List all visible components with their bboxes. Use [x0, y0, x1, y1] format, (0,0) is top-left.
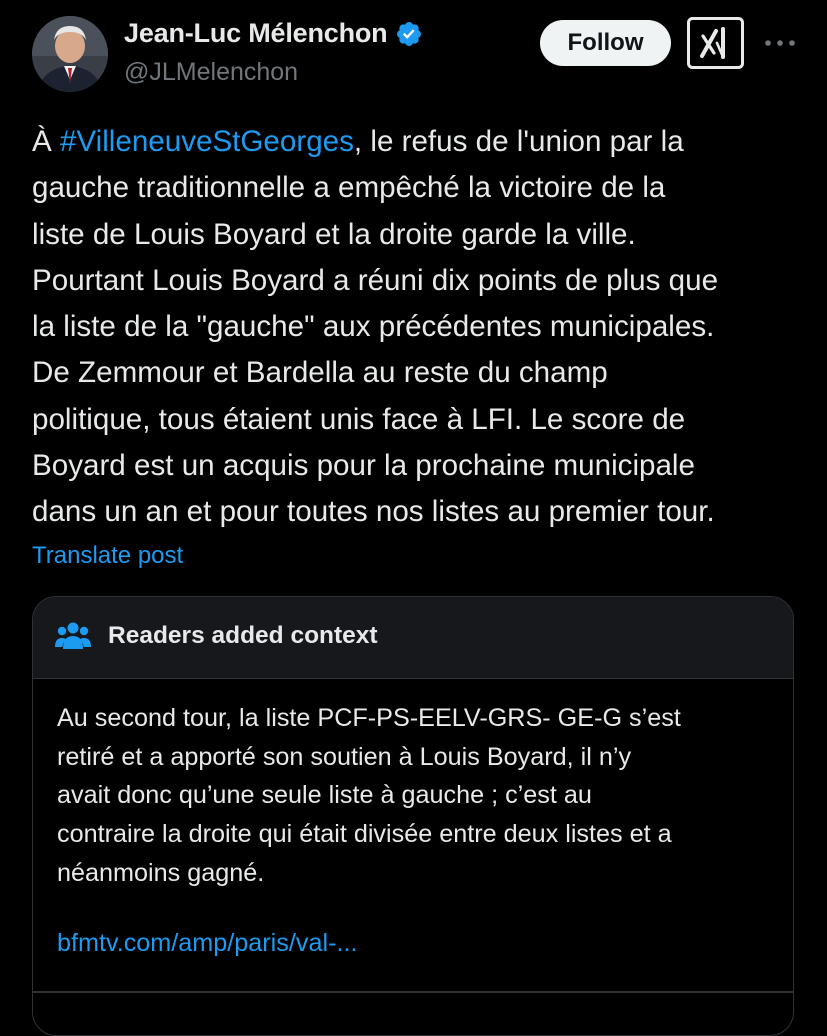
- profile-photo-icon: [32, 16, 108, 92]
- note-line: Au second tour, la liste PCF-PS-EELV-GRS…: [57, 704, 681, 732]
- community-note-source-link[interactable]: bfmtv.com/amp/paris/val-...: [57, 929, 357, 958]
- tweet-line: Boyard est un acquis pour la prochaine m…: [32, 449, 695, 483]
- tweet-line: liste de Louis Boyard et la droite garde…: [32, 217, 636, 251]
- more-dots-icon: [765, 40, 795, 46]
- name-row: Jean-Luc Mélenchon: [124, 18, 423, 49]
- tweet-line: gauche traditionnelle a empêché la victo…: [32, 171, 666, 205]
- grok-icon: [687, 17, 744, 69]
- tweet-line: la liste de la "gauche" aux précédentes …: [32, 310, 715, 344]
- author-display-name[interactable]: Jean-Luc Mélenchon: [124, 18, 388, 49]
- author-handle[interactable]: @JLMelenchon: [124, 58, 298, 87]
- divider: [33, 991, 793, 993]
- tweet-text: À #VilleneuveStGeorges, le refus de l'un…: [32, 119, 807, 536]
- tweet-line: politique, tous étaient unis face à LFI.…: [32, 402, 686, 436]
- tweet-line: À #VilleneuveStGeorges, le refus de l'un…: [32, 119, 807, 165]
- community-note-header: Readers added context: [33, 597, 793, 679]
- tweet-line: Pourtant Louis Boyard a réuni dix points…: [32, 263, 719, 297]
- tweet-header: Jean-Luc Mélenchon @JLMelenchon Follow: [0, 0, 827, 110]
- avatar[interactable]: [32, 16, 108, 92]
- follow-button[interactable]: Follow: [540, 20, 671, 66]
- note-line: contraire la droite qui était divisée en…: [57, 820, 672, 849]
- community-note-body: Au second tour, la liste PCF-PS-EELV-GRS…: [57, 699, 777, 893]
- note-line: néanmoins gagné.: [57, 858, 265, 887]
- note-line: retiré et a apporté son soutien à Louis …: [57, 742, 632, 771]
- tweet-line-suffix: , le refus de l'union par la: [353, 125, 684, 158]
- tweet-line: De Zemmour et Bardella au reste du champ: [32, 356, 608, 390]
- tweet-line-prefix: À: [32, 125, 60, 158]
- note-line: avait donc qu’une seule liste à gauche ;…: [57, 781, 592, 810]
- community-note-card: Readers added context Au second tour, la…: [32, 596, 794, 1036]
- grok-button[interactable]: [687, 17, 744, 69]
- community-note-title: Readers added context: [108, 622, 378, 649]
- more-options-button[interactable]: [763, 28, 797, 58]
- verified-badge-icon: [395, 20, 423, 48]
- tweet-line: dans un an et pour toutes nos listes au …: [32, 495, 715, 529]
- people-icon: [55, 621, 91, 651]
- translate-post-link[interactable]: Translate post: [32, 542, 183, 570]
- hashtag-link[interactable]: #VilleneuveStGeorges: [60, 125, 354, 158]
